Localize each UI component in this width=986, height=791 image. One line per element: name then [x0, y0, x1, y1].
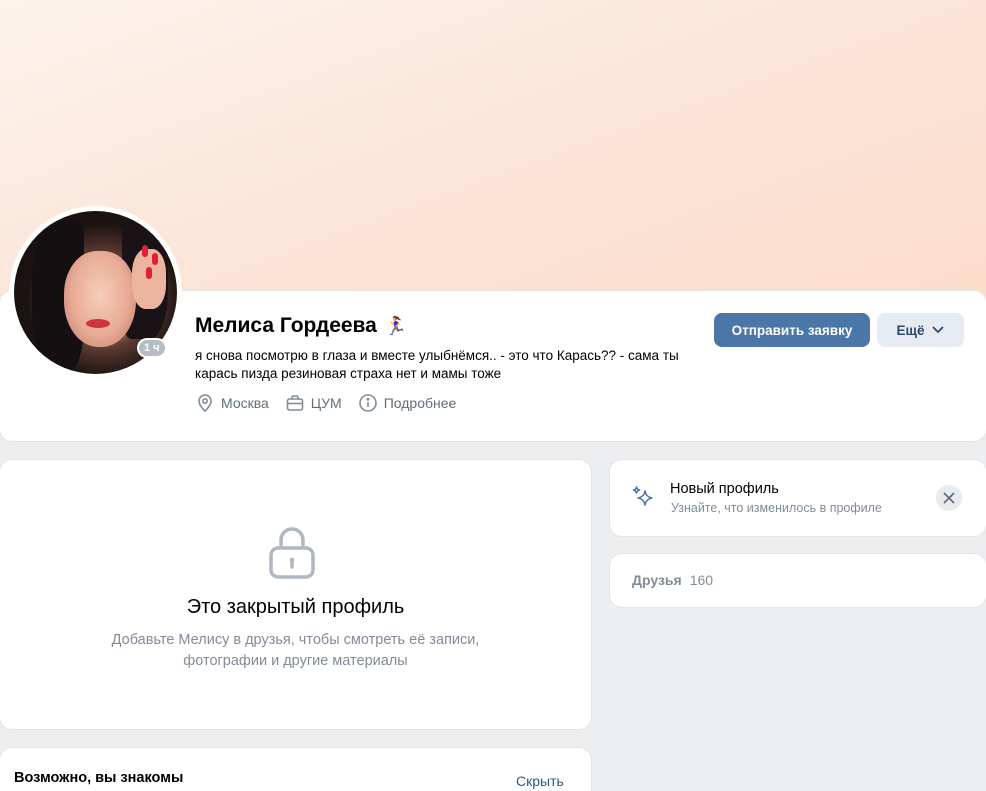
hide-link[interactable]: Скрыть: [516, 773, 564, 789]
details-link[interactable]: Подробнее: [358, 393, 457, 413]
work-item[interactable]: ЦУМ: [285, 393, 342, 413]
online-badge: 1 ч: [137, 338, 167, 358]
friends-row[interactable]: Друзья 160: [632, 572, 713, 588]
closed-profile-card: [0, 460, 591, 729]
closed-profile-title: Это закрытый профиль: [186, 596, 405, 618]
close-icon: [943, 492, 955, 504]
friends-count: 160: [689, 572, 714, 588]
runner-emoji-icon: 🏃‍♀️: [384, 315, 408, 336]
chevron-down-icon: [933, 326, 944, 333]
profile-status: я снова посмотрю в глаза и вместе улыбнё…: [195, 348, 679, 381]
lock-icon: [269, 527, 315, 579]
city-label: Москва: [221, 395, 269, 411]
details-label: Подробнее: [383, 395, 457, 411]
city-item[interactable]: Москва: [195, 393, 269, 413]
profile-name: Мелиса Гордеева: [195, 314, 377, 337]
new-profile-card[interactable]: [610, 460, 986, 536]
profile-meta: Москва ЦУМ Подробнее: [195, 393, 456, 413]
maybe-know-title: Возможно, вы знакомы: [14, 770, 184, 786]
new-profile-title: Новый профиль: [670, 481, 779, 497]
new-profile-subtitle: Узнайте, что изменилось в профиле: [671, 501, 882, 515]
briefcase-icon: [286, 395, 304, 411]
send-friend-request-button[interactable]: Отправить заявку: [714, 313, 870, 347]
profile-name-row: Мелиса Гордеева 🏃‍♀️: [195, 314, 407, 338]
more-label: Ещё: [896, 322, 925, 338]
more-button[interactable]: Ещё: [877, 313, 964, 347]
location-pin-icon: [198, 394, 212, 413]
sparkle-icon: [632, 486, 653, 506]
work-label: ЦУМ: [310, 395, 342, 411]
close-button[interactable]: [936, 485, 962, 511]
online-time: 1 ч: [139, 340, 165, 356]
info-icon: [358, 394, 377, 412]
closed-profile-text: Добавьте Мелису в друзья, чтобы смотреть…: [111, 632, 480, 669]
friends-label: Друзья: [632, 572, 682, 588]
